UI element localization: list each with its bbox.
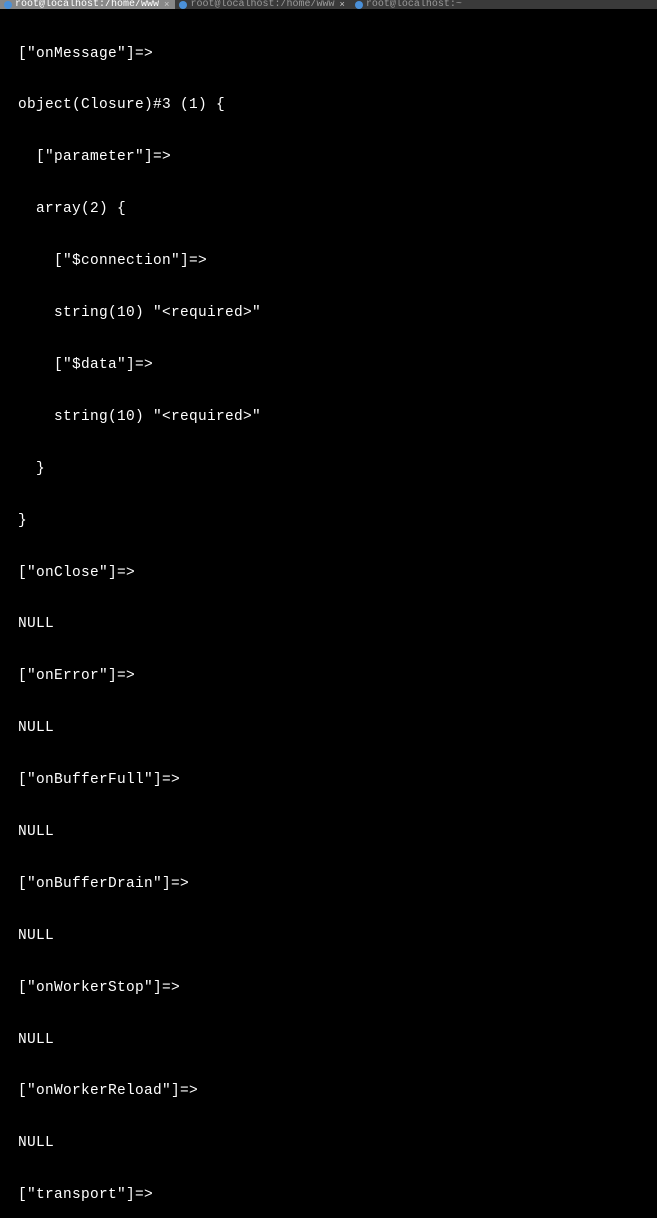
code-line: NULL xyxy=(0,928,657,945)
tab-inactive[interactable]: root@localhost:~ xyxy=(351,0,466,9)
code-line: ["onWorkerStop"]=> xyxy=(0,980,657,997)
code-line: ["onError"]=> xyxy=(0,668,657,685)
code-line: NULL xyxy=(0,824,657,841)
terminal-output[interactable]: ["onMessage"]=> object(Closure)#3 (1) { … xyxy=(0,9,657,1218)
code-line: } xyxy=(0,513,657,530)
code-line: NULL xyxy=(0,1135,657,1152)
code-line: ["onClose"]=> xyxy=(0,565,657,582)
code-line: object(Closure)#3 (1) { xyxy=(0,97,657,114)
tab-inactive[interactable]: root@localhost:/home/www × xyxy=(175,0,350,9)
code-line: ["onMessage"]=> xyxy=(0,46,657,63)
code-line: array(2) { xyxy=(0,201,657,218)
close-icon[interactable]: × xyxy=(337,0,346,9)
code-line: ["onBufferFull"]=> xyxy=(0,772,657,789)
code-line: NULL xyxy=(0,616,657,633)
close-icon[interactable]: × xyxy=(162,0,171,9)
terminal-icon xyxy=(179,1,187,9)
code-line: ["parameter"]=> xyxy=(0,149,657,166)
code-line: ["$data"]=> xyxy=(0,357,657,374)
code-line: string(10) "<required>" xyxy=(0,409,657,426)
tab-label: root@localhost:/home/www xyxy=(15,0,159,9)
terminal-icon xyxy=(355,1,363,9)
code-line: ["$connection"]=> xyxy=(0,253,657,270)
code-line: } xyxy=(0,461,657,478)
code-line: NULL xyxy=(0,1032,657,1049)
code-line: NULL xyxy=(0,720,657,737)
tab-active[interactable]: root@localhost:/home/www × xyxy=(0,0,175,9)
tab-label: root@localhost:~ xyxy=(366,0,462,9)
code-line: ["transport"]=> xyxy=(0,1187,657,1204)
tab-label: root@localhost:/home/www xyxy=(190,0,334,9)
terminal-icon xyxy=(4,1,12,9)
code-line: ["onWorkerReload"]=> xyxy=(0,1083,657,1100)
code-line: string(10) "<required>" xyxy=(0,305,657,322)
code-line: ["onBufferDrain"]=> xyxy=(0,876,657,893)
tab-bar: root@localhost:/home/www × root@localhos… xyxy=(0,0,657,9)
